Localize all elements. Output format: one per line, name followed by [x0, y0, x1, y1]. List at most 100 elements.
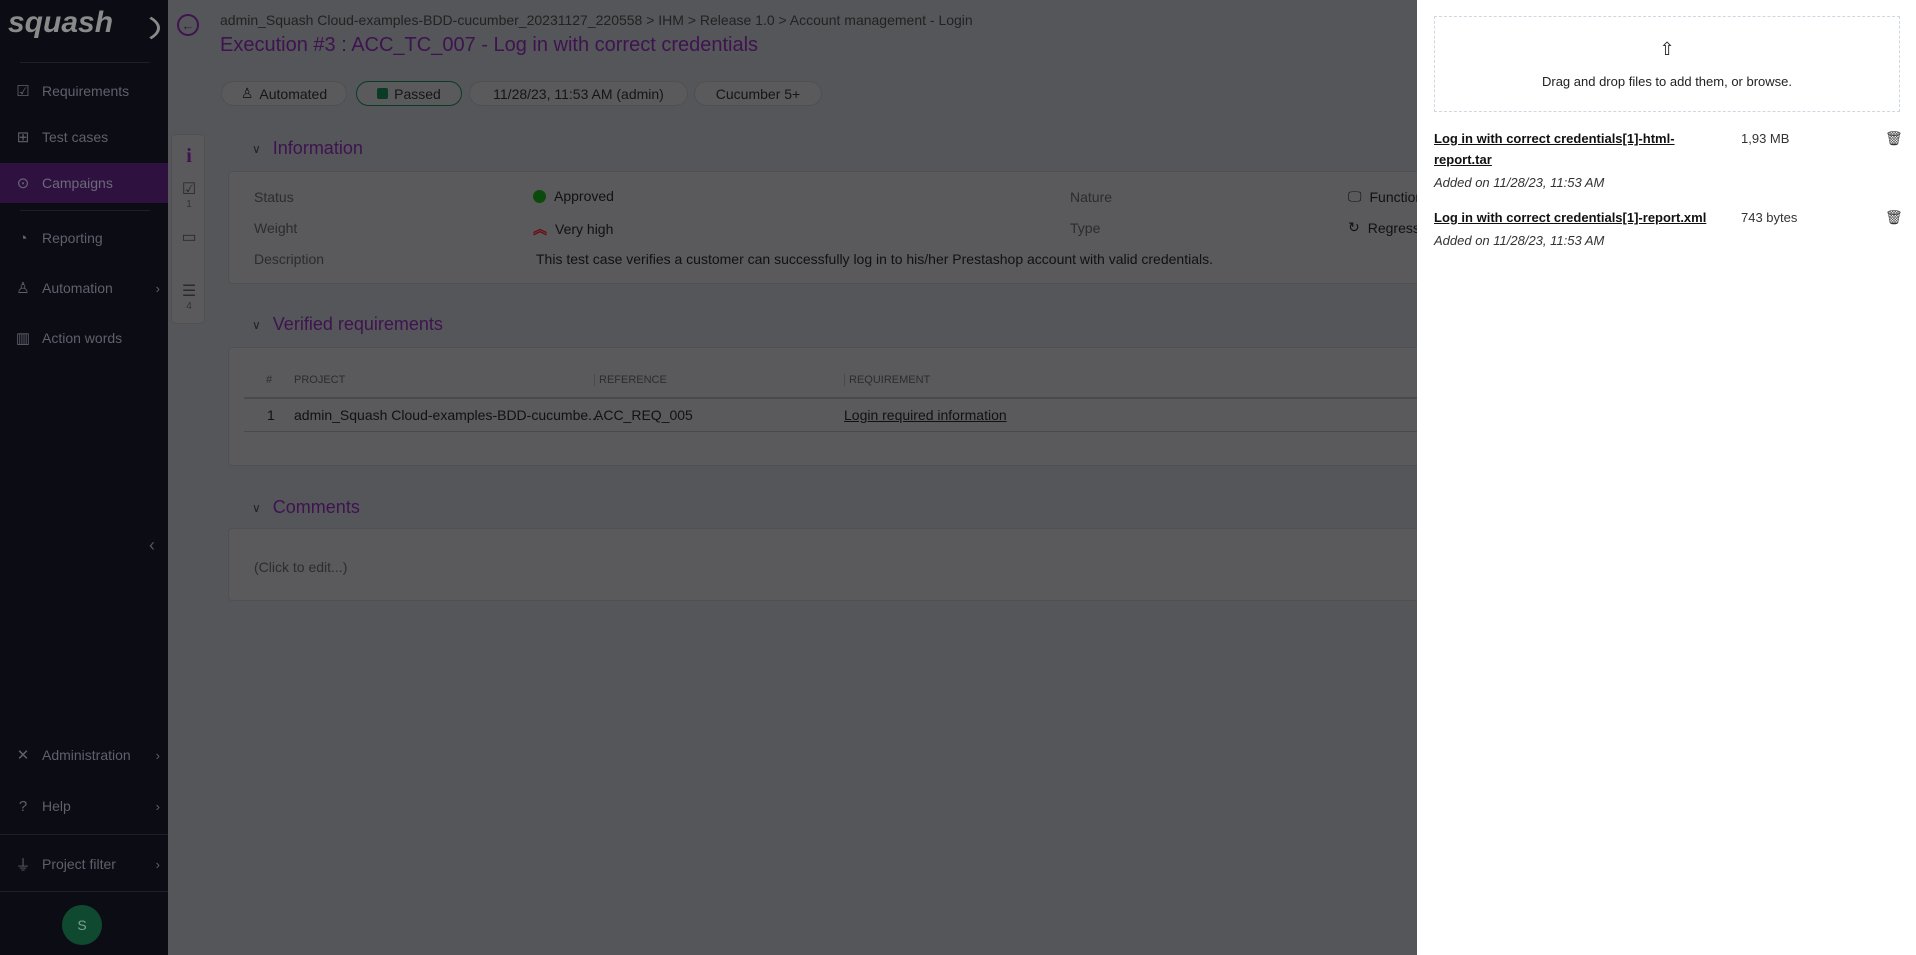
description-value[interactable]: This test case verifies a customer can s… [536, 251, 1213, 267]
list-icon: ☰ [181, 283, 197, 300]
label: Action words [42, 330, 123, 346]
cell-project: admin_Squash Cloud-examples-BDD-cucumbe.… [294, 407, 600, 423]
type-label: Type [1070, 220, 1101, 236]
verified-requirements-heading[interactable]: ∨ Verified requirements [252, 314, 443, 335]
filter-icon: ⏚ [15, 856, 31, 874]
comments-heading[interactable]: ∨ Comments [252, 497, 360, 518]
chevron-down-icon: ∨ [252, 141, 261, 156]
sidebar-item-campaigns[interactable]: ⊙ Campaigns [0, 163, 168, 203]
status-square-icon [377, 88, 389, 99]
chevron-right-icon: › [155, 747, 160, 763]
breadcrumb[interactable]: admin_Squash Cloud-examples-BDD-cucumber… [220, 12, 973, 28]
label: Test cases [42, 129, 109, 145]
label: Automation [42, 280, 113, 296]
pie-icon: ◔ [18, 229, 28, 247]
status-badge[interactable]: Passed [356, 81, 462, 106]
collapse-sidebar-icon[interactable]: ‹ [149, 535, 155, 556]
column-header-project[interactable]: Project [294, 374, 345, 386]
vertical-tabs: i ☑ 1 ▭ ☰ 4 [171, 134, 205, 324]
sidebar-item-action-words[interactable]: ▥ Action words [0, 318, 168, 358]
requirements-tab[interactable]: ☑ 1 [172, 179, 206, 210]
divider [20, 62, 150, 63]
requirements-card: # Project Reference Requirement 1 admin_… [228, 347, 1469, 466]
label: Approved [554, 188, 614, 204]
chevron-down-icon: ∨ [252, 500, 261, 515]
status-label: Status [254, 189, 294, 205]
upload-icon: ⇧ [1659, 39, 1675, 59]
status-value[interactable]: Approved [533, 188, 614, 204]
chevron-down-icon: ∨ [252, 317, 261, 332]
delete-attachment-icon[interactable]: 🗑 [1885, 130, 1903, 147]
logo-swoosh [60, 8, 160, 48]
tools-icon: ✕ [16, 747, 30, 764]
sidebar-item-requirements[interactable]: ☑ Requirements [0, 71, 168, 111]
attachment-date: Added on 11/28/23, 11:53 AM [1434, 175, 1605, 190]
info-icon[interactable]: i [172, 145, 206, 168]
label: Project filter [42, 856, 116, 872]
label: Very high [555, 221, 614, 237]
help-icon: ? [18, 797, 28, 815]
dropzone-text: Drag and drop files to add them, or brow… [1541, 74, 1793, 89]
divider [20, 210, 150, 211]
label: Requirements [42, 83, 130, 99]
column-header-number[interactable]: # [266, 374, 272, 386]
label: Comments [272, 497, 360, 517]
delete-attachment-icon[interactable]: 🗑 [1885, 209, 1903, 226]
comments-card[interactable]: (Click to edit...) [228, 528, 1468, 601]
label: Help [42, 798, 71, 814]
mode-chip: ♙ Automated [221, 81, 347, 106]
attachment-date: Added on 11/28/23, 11:53 AM [1434, 233, 1605, 248]
comment-editor[interactable]: (Click to edit...) [254, 559, 347, 575]
sidebar-item-administration[interactable]: ✕ Administration › [0, 735, 168, 775]
robot-icon: ♙ [240, 85, 254, 101]
label: Campaigns [42, 175, 113, 191]
avatar[interactable]: S [62, 905, 102, 945]
weight-value[interactable]: ︽ Very high [533, 219, 613, 239]
attachment-link[interactable]: Log in with correct credentials[1]-repor… [1434, 207, 1754, 228]
column-header-requirement[interactable]: Requirement [844, 374, 930, 386]
steps-tab[interactable]: ☰ 4 [172, 281, 206, 312]
framework-chip: Cucumber 5+ [694, 81, 822, 106]
column-header-reference[interactable]: Reference [594, 374, 667, 386]
monitor-icon: 🖵 [1348, 188, 1362, 204]
file-dropzone[interactable]: ⇧ Drag and drop files to add them, or br… [1434, 16, 1900, 112]
label: Administration [42, 747, 131, 763]
library-icon: ▥ [15, 330, 31, 347]
label: Reporting [42, 230, 103, 246]
sidebar-item-project-filter[interactable]: ⏚ Project filter › [0, 844, 168, 884]
cell-reference: ACC_REQ_005 [594, 407, 693, 423]
sidebar-item-automation[interactable]: ♙ Automation › [0, 268, 168, 308]
count: 4 [186, 301, 192, 312]
attachment-link[interactable]: Log in with correct credentials[1]-html-… [1434, 128, 1694, 170]
label: Automated [259, 85, 328, 102]
attachments-panel: ⇧ Drag and drop files to add them, or br… [1417, 0, 1916, 955]
back-icon[interactable]: ← [177, 14, 199, 36]
information-card: Status Approved Weight ︽ Very high Descri… [228, 171, 1468, 284]
chevron-right-icon: › [155, 280, 160, 296]
comment-icon[interactable]: ▭ [172, 227, 206, 247]
date-chip: 11/28/23, 11:53 AM (admin) [469, 81, 688, 106]
checkbox-icon: ☑ [181, 181, 197, 198]
label: Information [272, 138, 363, 158]
count: 1 [186, 199, 192, 210]
information-heading[interactable]: ∨ Information [252, 138, 363, 159]
sidebar-item-help[interactable]: ? Help › [0, 786, 168, 826]
sidebar: squash ☑ Requirements ⊞ Test cases ⊙ Campai… [0, 0, 168, 955]
attachment-size: 1,93 MB [1741, 131, 1790, 146]
requirement-link[interactable]: Login required information [844, 407, 1007, 423]
sidebar-item-test-cases[interactable]: ⊞ Test cases [0, 117, 168, 157]
chevron-right-icon: › [155, 798, 160, 814]
sidebar-item-reporting[interactable]: ◔ Reporting [0, 218, 168, 258]
page-title: Execution #3 : ACC_TC_007 - Log in with … [220, 34, 759, 56]
chevron-right-icon: › [155, 856, 160, 872]
divider [0, 834, 168, 835]
label: Verified requirements [272, 314, 443, 334]
label: Passed [394, 85, 441, 102]
double-chevron-up-icon: ︽ [533, 221, 547, 237]
weight-label: Weight [254, 220, 298, 236]
description-label: Description [254, 251, 325, 267]
play-circle-icon: ⊙ [16, 175, 30, 192]
status-dot-icon [533, 189, 546, 203]
divider [0, 891, 168, 892]
table-row[interactable]: 1 admin_Squash Cloud-examples-BDD-cucumb… [244, 396, 1469, 432]
